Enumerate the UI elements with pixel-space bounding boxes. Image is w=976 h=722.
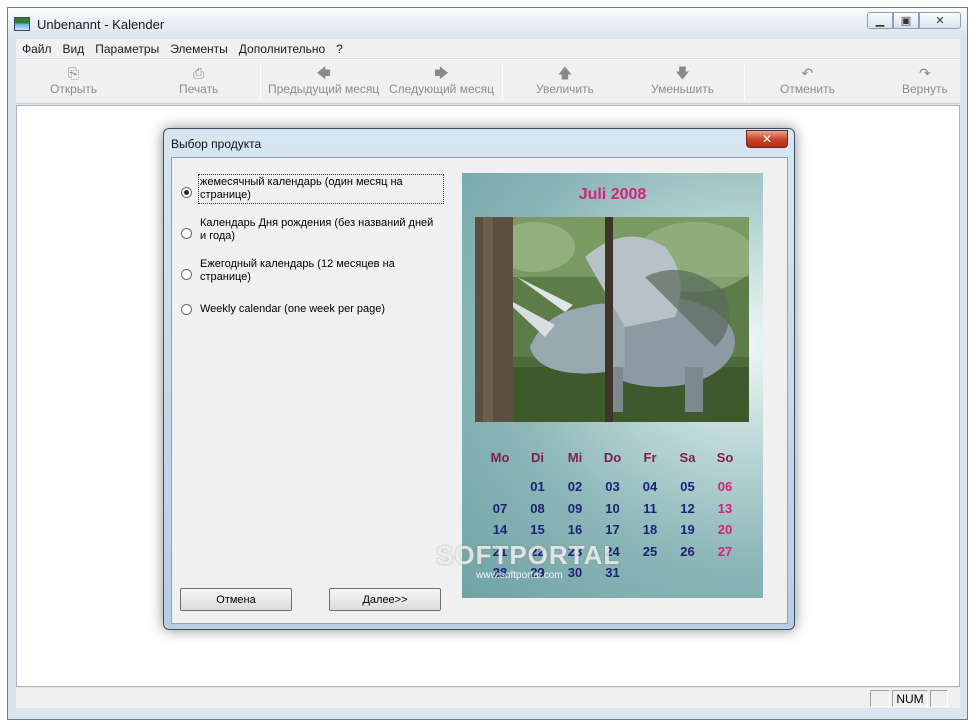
redo-button[interactable]: ↷ Вернуть <box>902 64 948 96</box>
close-button[interactable]: ✕ <box>919 12 961 29</box>
calendar-day: 04 <box>642 479 658 494</box>
undo-button[interactable]: ↶ Отменить <box>780 64 835 96</box>
next-month-button[interactable]: 🡆 Следующий месяц <box>389 64 494 96</box>
menu-bar: Файл Вид Параметры Элементы Дополнительн… <box>16 39 960 58</box>
zoom-out-label: Уменьшить <box>651 82 714 96</box>
prev-month-button[interactable]: 🡄 Предыдущий месяц <box>268 64 379 96</box>
preview-month-title: Juli 2008 <box>578 186 647 203</box>
option-label: Ежегодный календарь (12 месяцев на стран… <box>200 258 395 283</box>
calendar-app-icon <box>14 17 30 31</box>
calendar-day: 18 <box>642 522 658 537</box>
next-button[interactable]: Далее>> <box>329 588 441 611</box>
menu-parameters[interactable]: Параметры <box>95 42 159 56</box>
status-bar: NUM <box>16 688 960 708</box>
window-title: Unbenannt - Kalender <box>37 17 165 32</box>
radio-button[interactable] <box>181 228 192 239</box>
calendar-day: 13 <box>717 500 733 516</box>
calendar-day: 20 <box>717 522 733 537</box>
option-label: Weekly calendar (one week per page) <box>200 303 386 315</box>
open-button[interactable]: ⎘ Открыть <box>50 64 97 96</box>
arrow-left-icon: 🡄 <box>316 65 331 81</box>
calendar-day: 10 <box>605 500 620 516</box>
redo-label: Вернуть <box>902 82 948 96</box>
calendar-day: 03 <box>605 479 620 494</box>
calendar-day: 27 <box>717 543 733 559</box>
calendar-day: 19 <box>680 522 695 537</box>
zoom-out-button[interactable]: 🡇 Уменьшить <box>651 64 714 96</box>
triceratops-photo <box>475 217 749 422</box>
status-cell <box>870 690 890 707</box>
menu-additional[interactable]: Дополнительно <box>239 42 325 56</box>
option-label: Календарь Дня рождения (без названий дне… <box>200 217 434 242</box>
menu-help[interactable]: ? <box>336 42 343 56</box>
calendar-day: 11 <box>643 500 657 516</box>
title-bar[interactable]: Unbenannt - Kalender ▁ ▣ ✕ <box>8 8 967 38</box>
option-yearly[interactable]: Ежегодный календарь (12 месяцев на стран… <box>181 257 443 285</box>
toolbar-separator <box>260 63 261 99</box>
calendar-day: 02 <box>567 479 583 494</box>
calendar-day: 26 <box>680 543 695 559</box>
arrow-down-icon: 🡇 <box>675 65 690 81</box>
option-weekly[interactable]: Weekly calendar (one week per page) <box>181 298 443 317</box>
calendar-day: 06 <box>717 479 733 494</box>
calendar-preview: Juli 2008 Mo Di Mi Do Fr Sa So 01 02 03 … <box>462 173 763 598</box>
printer-icon: ⎙ <box>193 65 205 81</box>
option-monthly[interactable]: жемесячный календарь (один месяц на стра… <box>181 174 444 204</box>
calendar-day: 25 <box>642 543 658 559</box>
prev-month-label: Предыдущий месяц <box>268 82 380 96</box>
menu-file[interactable]: Файл <box>22 42 52 56</box>
toolbar-separator <box>502 63 503 99</box>
redo-icon: ↷ <box>919 65 931 81</box>
radio-button[interactable] <box>181 269 192 280</box>
status-cell <box>930 690 948 707</box>
calendar-day: 08 <box>530 500 545 516</box>
arrow-right-icon: 🡆 <box>434 65 449 81</box>
weekday-label: Mi <box>567 450 583 465</box>
option-birthday[interactable]: Календарь Дня рождения (без названий дне… <box>181 216 443 244</box>
toolbar-separator <box>744 63 745 99</box>
zoom-in-label: Увеличить <box>536 82 594 96</box>
weekday-label: Mo <box>490 450 510 465</box>
num-lock-indicator: NUM <box>892 690 928 707</box>
weekday-label: Fr <box>643 450 657 465</box>
weekday-label: Do <box>603 450 622 465</box>
calendar-day: 17 <box>605 522 620 537</box>
calendar-day: 14 <box>492 522 508 537</box>
open-label: Открыть <box>50 82 98 96</box>
undo-label: Отменить <box>780 82 835 96</box>
maximize-button[interactable]: ▣ <box>893 12 919 29</box>
softportal-watermark-url: www.softportal.com <box>476 570 563 581</box>
calendar-day: 16 <box>567 522 583 537</box>
radio-button[interactable] <box>181 187 192 198</box>
toolbar: ⎘ Открыть ⎙ Печать 🡄 Предыдущий месяц 🡆 … <box>16 59 960 104</box>
undo-icon: ↶ <box>801 65 814 81</box>
dialog-close-button[interactable]: ✕ <box>746 130 788 148</box>
cancel-button[interactable]: Отмена <box>180 588 292 611</box>
dialog-title: Выбор продукта <box>171 137 262 151</box>
calendar-day: 09 <box>567 500 583 516</box>
weekday-label: Sa <box>679 450 696 465</box>
menu-view[interactable]: Вид <box>63 42 85 56</box>
radio-button[interactable] <box>181 304 192 315</box>
calendar-day: 05 <box>680 479 695 494</box>
softportal-watermark: SOFTPORTAL <box>436 540 621 570</box>
print-button[interactable]: ⎙ Печать <box>179 64 218 96</box>
option-label: жемесячный календарь (один месяц на стра… <box>198 174 444 204</box>
next-month-label: Следующий месяц <box>389 82 494 96</box>
calendar-day: 12 <box>680 500 695 516</box>
weekday-label: Di <box>531 450 544 465</box>
calendar-day: 07 <box>492 500 508 516</box>
arrow-up-icon: 🡅 <box>557 65 573 81</box>
calendar-day: 01 <box>530 479 545 494</box>
calendar-day: 15 <box>530 522 545 537</box>
open-folder-icon: ⎘ <box>67 65 80 81</box>
menu-elements[interactable]: Элементы <box>170 42 228 56</box>
weekday-label: So <box>716 450 734 465</box>
minimize-button[interactable]: ▁ <box>867 12 893 29</box>
zoom-in-button[interactable]: 🡅 Увеличить <box>536 64 594 96</box>
print-label: Печать <box>179 82 219 96</box>
